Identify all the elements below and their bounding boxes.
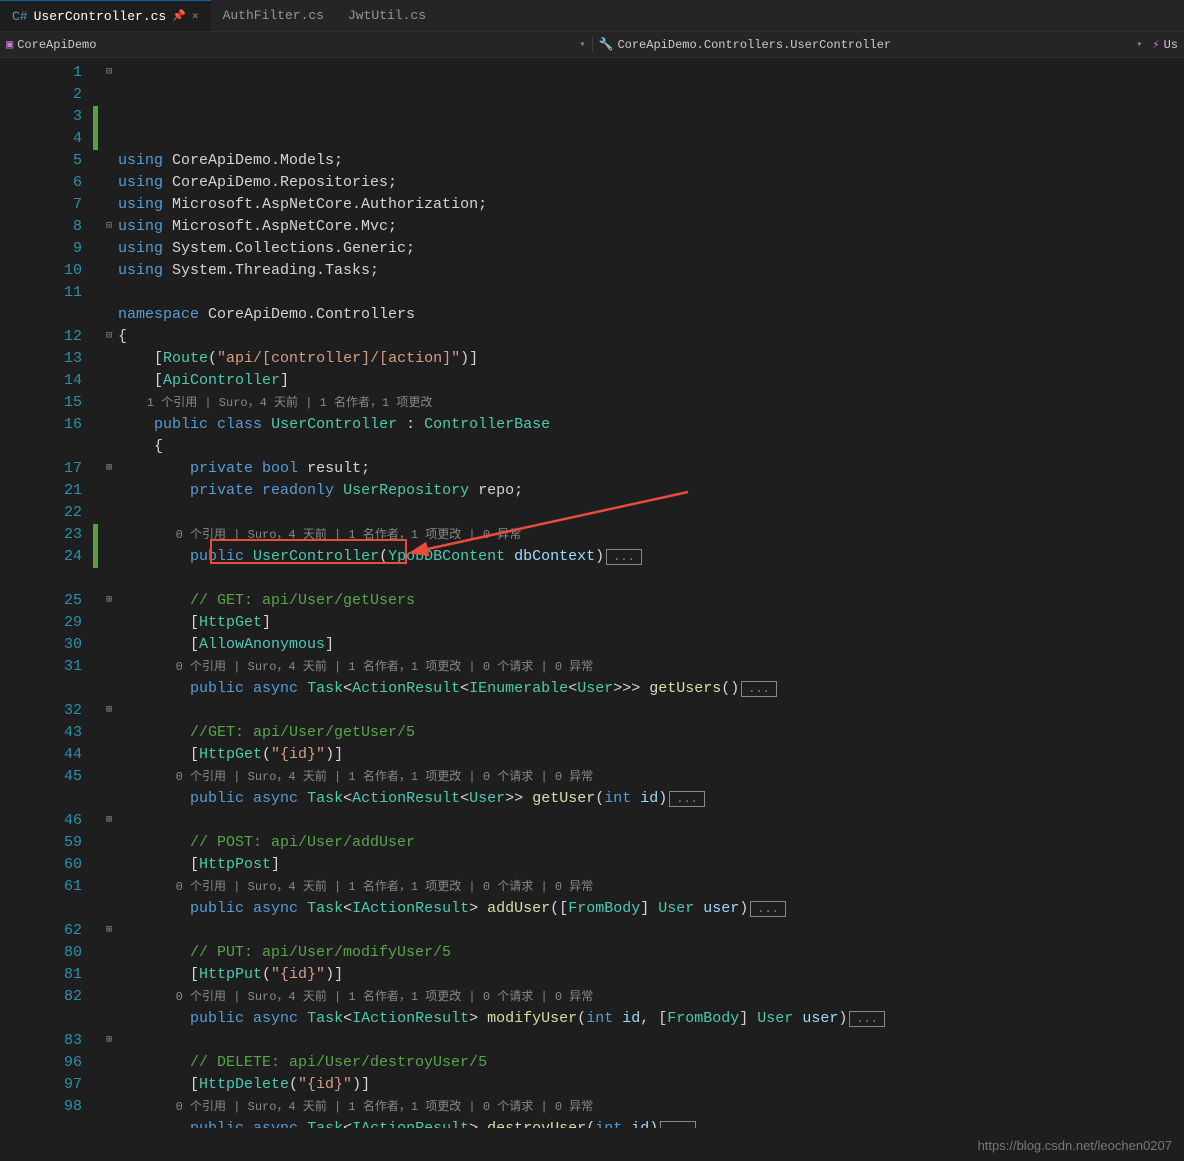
fold-box[interactable]: ... [669, 791, 705, 807]
fold-toggle[interactable] [100, 722, 118, 744]
tab-bar: C# UserController.cs 📌 ✕ AuthFilter.cs J… [0, 0, 1184, 32]
nav-bar: ▣ CoreApiDemo ▾ 🔧 CoreApiDemo.Controller… [0, 32, 1184, 58]
project-icon: ▣ [6, 37, 13, 52]
fold-toggle[interactable] [100, 876, 118, 898]
change-markers [92, 62, 100, 1128]
fold-box[interactable]: ... [660, 1121, 696, 1128]
fold-box[interactable]: ... [606, 549, 642, 565]
fold-toggle[interactable] [100, 128, 118, 150]
project-dropdown[interactable]: ▣ CoreApiDemo ▾ [0, 37, 593, 52]
fold-toggle[interactable] [100, 238, 118, 260]
close-icon[interactable]: ✕ [192, 9, 199, 23]
fold-toggle[interactable] [100, 898, 118, 920]
fold-toggle[interactable]: ⊞ [100, 1030, 118, 1052]
fold-toggle[interactable] [100, 106, 118, 128]
fold-toggle[interactable] [100, 678, 118, 700]
fold-box[interactable]: ... [750, 901, 786, 917]
fold-toggle[interactable] [100, 480, 118, 502]
fold-toggle[interactable] [100, 260, 118, 282]
fold-toggle[interactable] [100, 964, 118, 986]
fold-toggle[interactable]: ⊞ [100, 590, 118, 612]
code-editor[interactable]: 1234567891011121314151617212223242529303… [0, 58, 1184, 1128]
fold-toggle[interactable] [100, 546, 118, 568]
fold-toggle[interactable]: ⊞ [100, 920, 118, 942]
class-icon: 🔧 [599, 37, 614, 52]
tab-label: UserController.cs [34, 9, 167, 24]
method-icon: ⚡ [1152, 37, 1159, 52]
tab-label: AuthFilter.cs [223, 8, 324, 23]
fold-toggle[interactable] [100, 788, 118, 810]
fold-toggle[interactable] [100, 392, 118, 414]
project-name: CoreApiDemo [17, 38, 96, 52]
pin-icon[interactable]: 📌 [172, 9, 186, 23]
fold-toggle[interactable] [100, 150, 118, 172]
fold-toggle[interactable] [100, 436, 118, 458]
fold-toggle[interactable] [100, 744, 118, 766]
fold-toggle[interactable] [100, 986, 118, 1008]
fold-toggle[interactable] [100, 832, 118, 854]
fold-toggle[interactable] [100, 414, 118, 436]
fold-toggle[interactable] [100, 656, 118, 678]
fold-toggle[interactable] [100, 194, 118, 216]
tab-jwtutil[interactable]: JwtUtil.cs [336, 0, 438, 31]
fold-gutter: ⊟ ⊟ ⊟ ⊞ ⊞ ⊞ ⊞ ⊞ ⊞ [100, 62, 118, 1128]
tab-usercontroller[interactable]: C# UserController.cs 📌 ✕ [0, 0, 211, 31]
fold-toggle[interactable] [100, 84, 118, 106]
fold-toggle[interactable] [100, 634, 118, 656]
fold-box[interactable]: ... [849, 1011, 885, 1027]
fold-toggle[interactable] [100, 304, 118, 326]
chevron-down-icon: ▾ [579, 39, 585, 51]
fold-toggle[interactable]: ⊟ [100, 326, 118, 348]
fold-toggle[interactable]: ⊞ [100, 810, 118, 832]
fold-toggle[interactable]: ⊟ [100, 62, 118, 84]
fold-toggle[interactable]: ⊟ [100, 216, 118, 238]
fold-toggle[interactable] [100, 502, 118, 524]
fold-toggle[interactable] [100, 1052, 118, 1074]
member-dropdown[interactable]: 🔧 CoreApiDemo.Controllers.UserController… [593, 37, 1184, 52]
fold-box[interactable]: ... [741, 681, 777, 697]
line-number-gutter: 1234567891011121314151617212223242529303… [0, 62, 92, 1128]
code-area[interactable]: using CoreApiDemo.Models;using CoreApiDe… [118, 62, 1184, 1128]
chevron-down-icon: ▾ [1136, 39, 1142, 51]
fold-toggle[interactable] [100, 370, 118, 392]
fold-toggle[interactable] [100, 568, 118, 590]
member-path: CoreApiDemo.Controllers.UserController [617, 38, 891, 52]
fold-toggle[interactable] [100, 282, 118, 304]
fold-toggle[interactable] [100, 348, 118, 370]
tab-authfilter[interactable]: AuthFilter.cs [211, 0, 336, 31]
fold-toggle[interactable] [100, 1074, 118, 1096]
fold-toggle[interactable] [100, 942, 118, 964]
fold-toggle[interactable]: ⊞ [100, 458, 118, 480]
watermark-text: https://blog.csdn.net/leochen0207 [978, 1138, 1172, 1153]
fold-toggle[interactable] [100, 854, 118, 876]
fold-toggle[interactable] [100, 612, 118, 634]
fold-toggle[interactable] [100, 1096, 118, 1118]
csharp-file-icon: C# [12, 9, 28, 24]
tab-label: JwtUtil.cs [348, 8, 426, 23]
fold-toggle[interactable] [100, 1008, 118, 1030]
fold-toggle[interactable] [100, 172, 118, 194]
right-hint: Us [1164, 38, 1178, 52]
fold-toggle[interactable] [100, 524, 118, 546]
fold-toggle[interactable]: ⊞ [100, 700, 118, 722]
fold-toggle[interactable] [100, 766, 118, 788]
